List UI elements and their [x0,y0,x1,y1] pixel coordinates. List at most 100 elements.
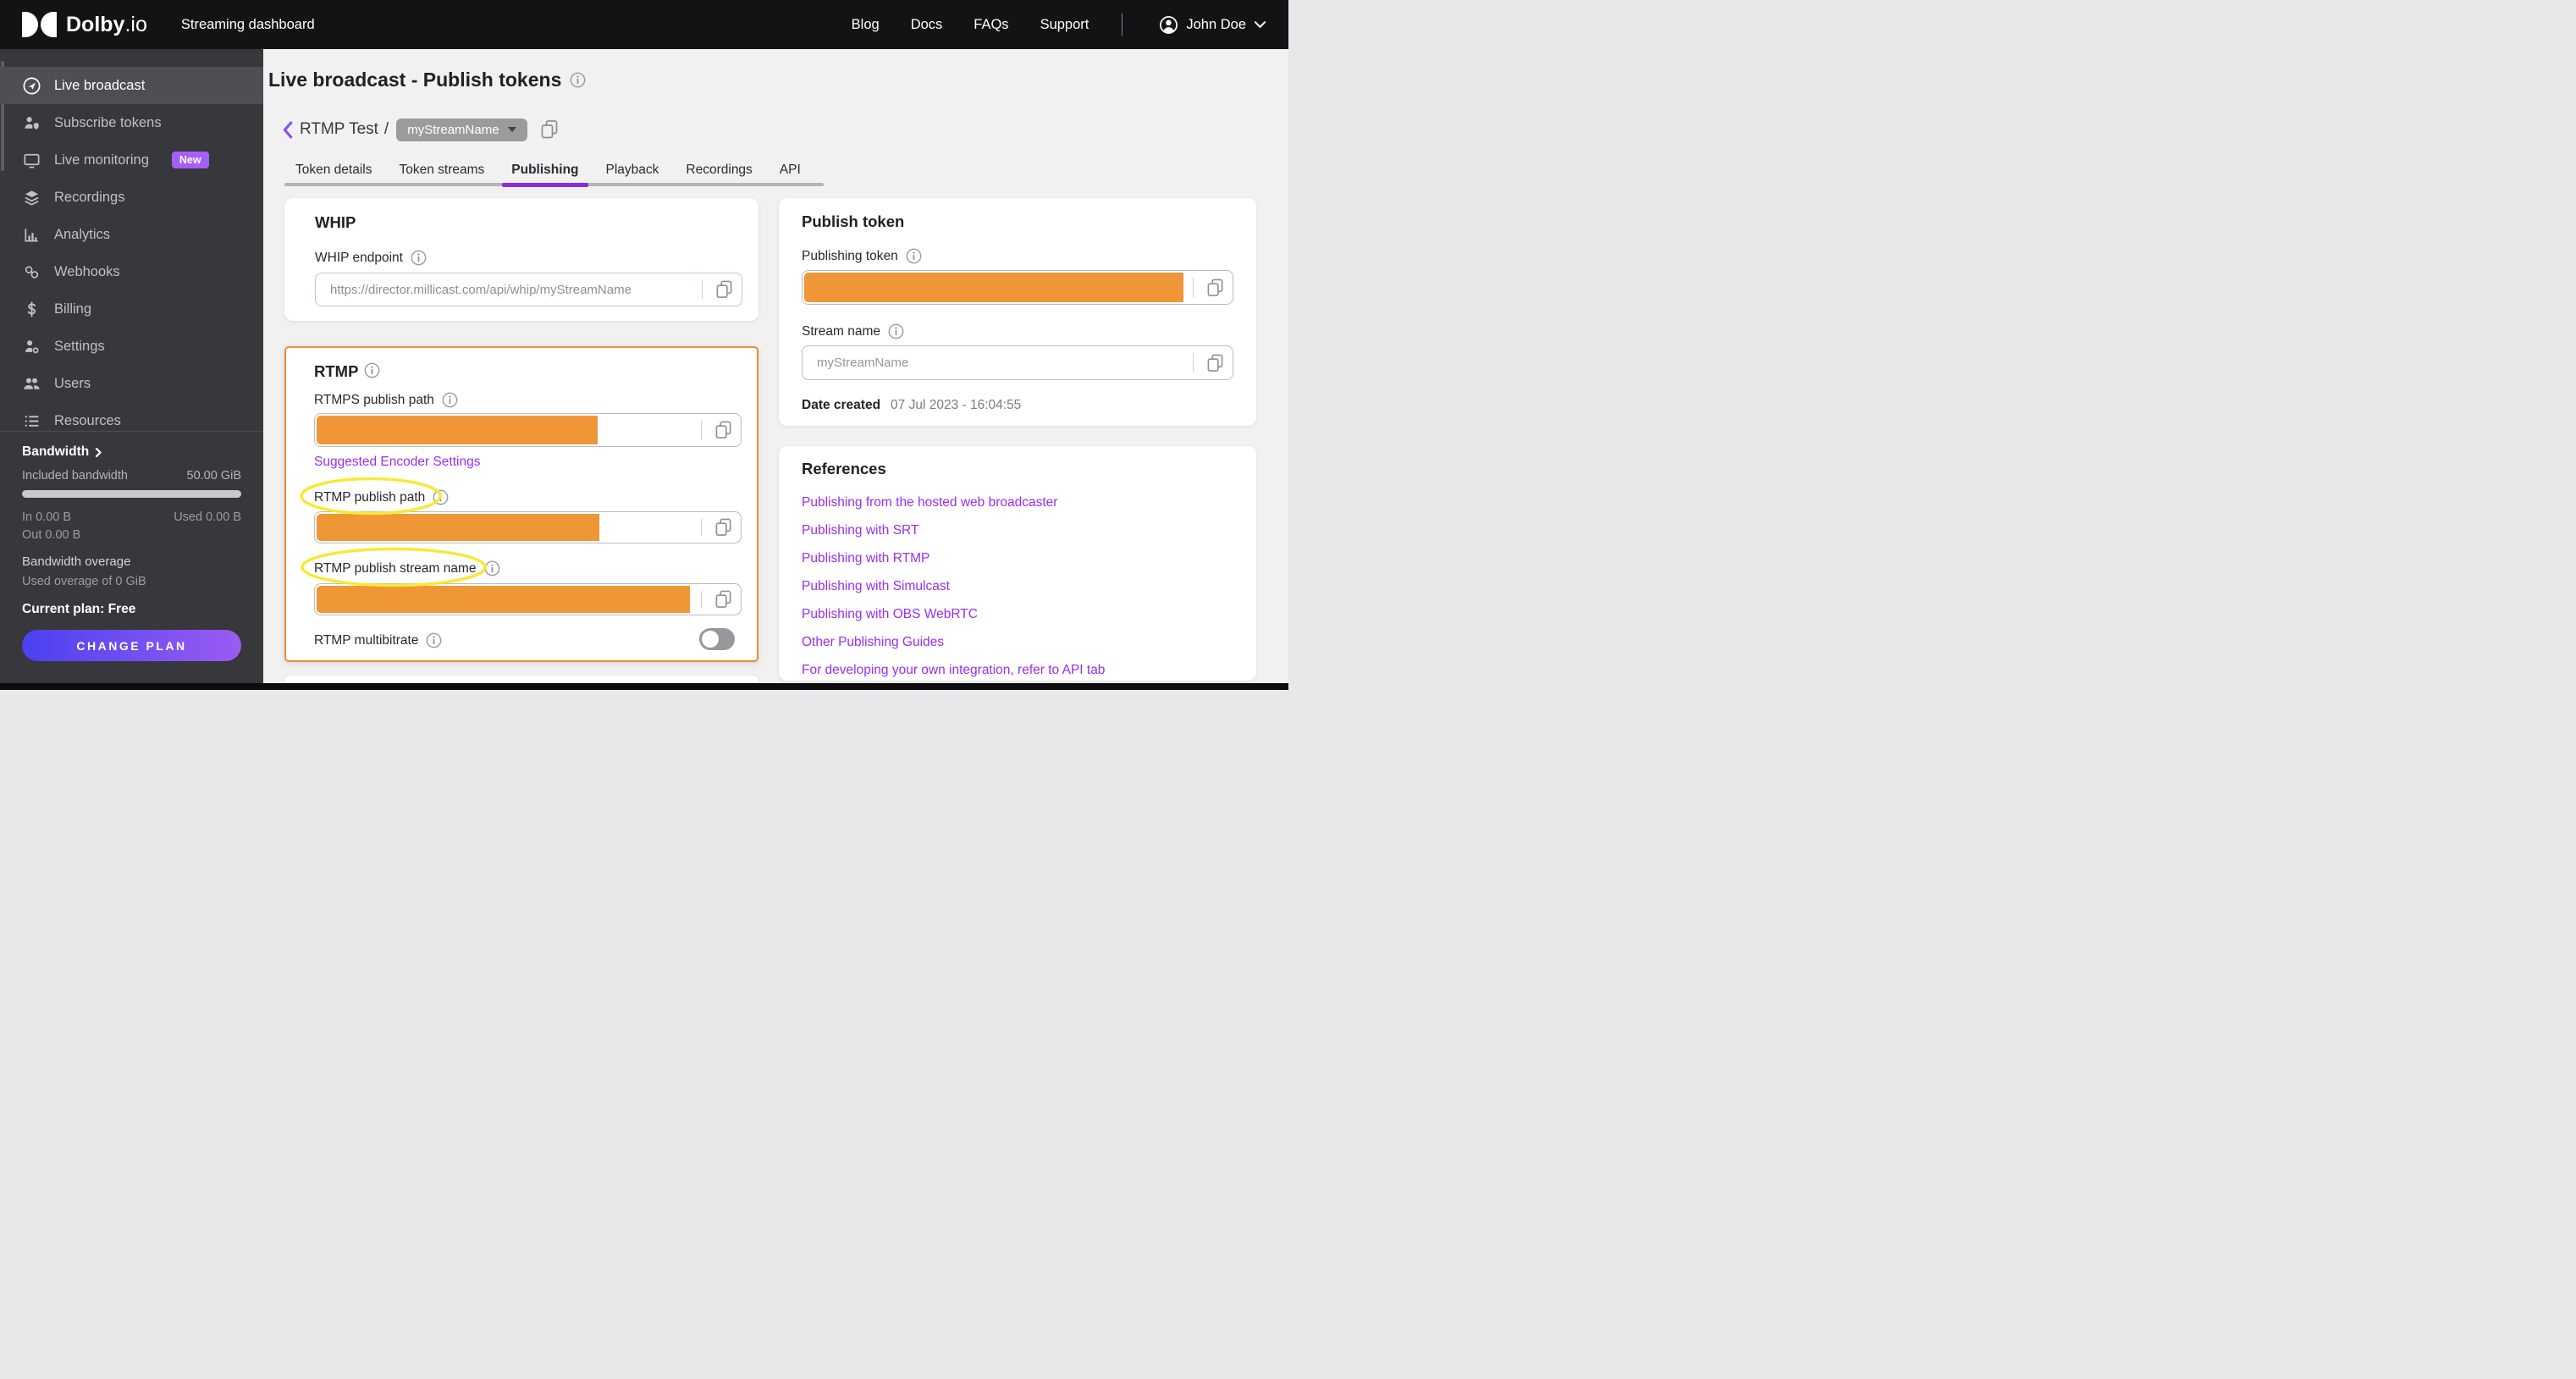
info-icon[interactable] [411,250,427,266]
rtmps-publish-path-input[interactable] [314,413,742,447]
publishing-token-label: Publishing token [802,248,898,263]
reference-link-simulcast[interactable]: Publishing with Simulcast [802,572,1241,600]
sidebar-item-label: Analytics [54,226,111,242]
reference-link-api-tab[interactable]: For developing your own integration, ref… [802,656,1241,681]
bandwidth-overage-detail: Used overage of 0 GiB [22,575,146,588]
tab-api[interactable]: API [770,157,810,183]
rtmp-publish-path-input[interactable] [314,511,742,543]
whip-card: WHIP WHIP endpoint https://director.mill… [284,198,758,321]
tab-token-details[interactable]: Token details [286,157,381,183]
chevron-down-icon [1254,21,1266,29]
references-card-title: References [802,460,886,477]
bandwidth-title-label: Bandwidth [22,444,90,459]
sidebar-item-label: Webhooks [54,263,120,279]
stream-name-dropdown[interactable]: myStreamName [396,118,527,141]
bandwidth-progress-bar [22,490,241,498]
sidebar-nav: Live broadcast Subscribe tokens Live mon… [0,67,263,439]
bandwidth-out-value: Out 0.00 B [22,528,81,542]
bandwidth-used-value: Used 0.00 B [174,510,241,524]
window-bottom-edge [0,683,1288,690]
brand-logo: Dolby.io [66,14,147,36]
info-icon[interactable] [364,362,380,378]
sidebar-item-billing[interactable]: Billing [0,290,263,328]
stream-name-input[interactable]: myStreamName [802,345,1233,380]
sidebar-item-users[interactable]: Users [0,365,263,402]
nav-link-faqs[interactable]: FAQs [974,17,1008,33]
rtmp-multibitrate-toggle[interactable] [699,628,735,650]
publish-token-card-title: Publish token [802,212,905,230]
date-created-value: 07 Jul 2023 - 16:04:55 [891,398,1022,412]
reference-link-srt[interactable]: Publishing with SRT [802,516,1241,544]
chevron-right-icon [96,447,102,457]
tab-publishing[interactable]: Publishing [502,157,588,187]
back-chevron-icon[interactable] [282,121,293,139]
user-name: John Doe [1186,16,1246,32]
input-divider [702,280,703,299]
sidebar-item-webhooks[interactable]: Webhooks [0,253,263,290]
info-icon[interactable] [570,72,586,88]
info-icon[interactable] [484,560,500,576]
nav-link-support[interactable]: Support [1040,17,1089,33]
date-created-label: Date created [802,398,881,412]
rtmp-card: RTMP RTMPS publish path Suggested Encode… [284,346,758,662]
redacted-value [317,416,598,444]
copy-icon[interactable] [714,518,732,538]
nav-link-docs[interactable]: Docs [911,17,943,33]
info-icon[interactable] [888,323,904,339]
copy-icon[interactable] [1206,353,1224,372]
sidebar-item-settings[interactable]: Settings [0,328,263,365]
suggested-encoder-settings-link[interactable]: Suggested Encoder Settings [314,455,480,470]
sidebar: Live broadcast Subscribe tokens Live mon… [0,49,263,690]
sidebar-item-label: Billing [54,301,92,317]
copy-icon[interactable] [540,119,559,140]
bandwidth-panel: Bandwidth Included bandwidth 50.00 GiB I… [0,431,263,661]
broadcast-icon [23,77,41,94]
tab-token-streams[interactable]: Token streams [389,157,494,183]
copy-icon[interactable] [714,590,732,610]
user-menu[interactable]: John Doe [1159,15,1266,35]
copy-icon[interactable] [715,280,733,300]
input-divider [1193,353,1194,372]
settings-icon [25,339,39,353]
redacted-value [317,586,690,613]
reference-link-hosted-web-broadcaster[interactable]: Publishing from the hosted web broadcast… [802,488,1241,516]
info-icon[interactable] [433,489,449,505]
rtmp-publish-stream-name-label: RTMP publish stream name [314,560,477,576]
tab-playback[interactable]: Playback [597,157,669,183]
included-bandwidth-value: 50.00 GiB [186,469,242,483]
publishing-token-input[interactable] [802,270,1233,305]
tab-recordings[interactable]: Recordings [676,157,761,183]
input-divider [701,519,702,536]
toggle-knob [702,631,719,648]
copy-icon[interactable] [714,421,732,440]
change-plan-button[interactable]: CHANGE PLAN [22,630,241,661]
sidebar-item-subscribe-tokens[interactable]: Subscribe tokens [0,104,263,141]
sidebar-item-live-monitoring[interactable]: Live monitoring New [0,141,263,179]
sidebar-item-analytics[interactable]: Analytics [0,216,263,253]
rtmp-publish-path-label: RTMP publish path [314,489,426,505]
whip-endpoint-input[interactable]: https://director.millicast.com/api/whip/… [315,273,742,306]
sidebar-item-recordings[interactable]: Recordings [0,179,263,216]
bandwidth-title[interactable]: Bandwidth [22,444,241,460]
references-list: Publishing from the hosted web broadcast… [802,488,1241,681]
reference-link-obs-webrtc[interactable]: Publishing with OBS WebRTC [802,600,1241,628]
info-icon[interactable] [906,248,922,264]
copy-icon[interactable] [1206,278,1224,297]
references-card: References Publishing from the hosted we… [779,446,1256,681]
reference-link-rtmp[interactable]: Publishing with RTMP [802,544,1241,572]
topbar-divider [1122,14,1123,36]
input-divider [1193,278,1194,297]
redacted-value [804,273,1183,302]
breadcrumb-token-name[interactable]: RTMP Test [300,120,378,139]
info-icon[interactable] [442,392,458,408]
stream-name-label: Stream name [802,323,881,339]
sidebar-item-live-broadcast[interactable]: Live broadcast [0,67,263,104]
brand-light: .io [124,12,147,36]
nav-link-blog[interactable]: Blog [852,17,880,33]
reference-link-other-guides[interactable]: Other Publishing Guides [802,628,1241,656]
sidebar-item-label: Subscribe tokens [54,114,162,130]
info-icon[interactable] [426,632,442,648]
rtmp-publish-stream-name-input[interactable] [314,583,742,615]
subscribe-tokens-icon [25,116,39,130]
whip-endpoint-value: https://director.millicast.com/api/whip/… [330,282,632,297]
